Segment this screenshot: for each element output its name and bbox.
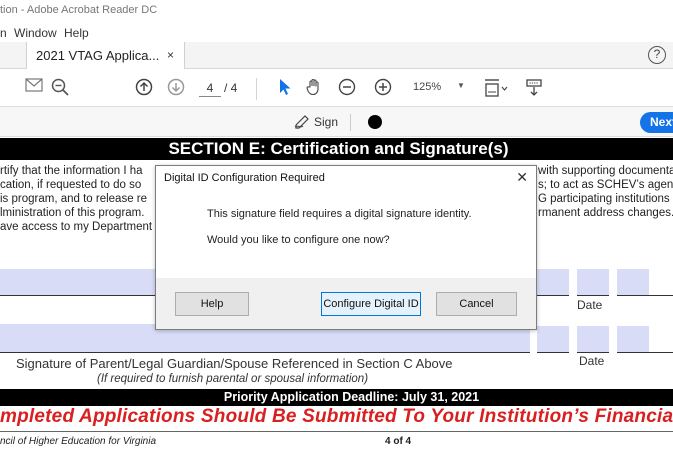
tab-close-icon[interactable]: × <box>167 48 174 62</box>
configure-digital-id-button[interactable]: Configure Digital ID <box>321 292 421 316</box>
text-line: lministration of this program. <box>0 207 145 219</box>
help-button[interactable]: Help <box>175 292 249 316</box>
dialog-message: This signature field requires a digital … <box>207 208 472 220</box>
mail-icon[interactable] <box>24 78 44 98</box>
menu-bar: n Window Help <box>0 24 673 42</box>
parent-signature-label: Signature of Parent/Legal Guardian/Spous… <box>16 356 453 371</box>
zoom-level[interactable]: 125% <box>413 81 441 93</box>
signbar-divider <box>350 114 351 131</box>
date-year-field[interactable] <box>617 326 649 352</box>
dialog-title: Digital ID Configuration Required <box>164 172 325 184</box>
date-label: Date <box>577 298 603 312</box>
tools-icon[interactable] <box>524 78 544 98</box>
date-underline <box>537 295 569 296</box>
text-line: G participating institutions e <box>538 193 673 205</box>
page-display-icon[interactable] <box>482 78 510 98</box>
date-day-field[interactable] <box>577 269 609 295</box>
deadline-banner: Priority Application Deadline: July 31, … <box>0 389 673 406</box>
parent-signature-note: (If required to furnish parental or spou… <box>97 373 369 385</box>
text-line: rmanent address changes. <box>538 207 673 219</box>
toolbar-divider <box>256 78 257 100</box>
footer-page-number: 4 of 4 <box>385 436 412 447</box>
date-label: Date <box>579 354 605 368</box>
ink-color-swatch[interactable] <box>368 115 382 129</box>
certification-text-right: with supporting documenta s; to act as S… <box>538 164 673 220</box>
sign-bar: Sign Next <box>0 107 673 137</box>
page-number-input[interactable]: 4 <box>199 81 221 97</box>
cancel-button[interactable]: Cancel <box>436 292 517 316</box>
dialog-footer: Help Configure Digital ID Cancel <box>156 278 536 329</box>
date-underline <box>577 295 609 296</box>
menu-item-window[interactable]: Window <box>14 26 57 40</box>
close-icon[interactable]: ✕ <box>516 169 528 186</box>
zoom-plus-icon[interactable] <box>373 78 393 98</box>
chevron-down-icon[interactable]: ▼ <box>457 81 465 90</box>
date-day-field[interactable] <box>577 326 609 352</box>
sign-pen-icon[interactable] <box>294 113 312 129</box>
date-month-field[interactable] <box>537 326 569 352</box>
zoom-minus-icon[interactable] <box>337 78 357 98</box>
text-line: is program, and to release re <box>0 193 148 205</box>
page-down-icon[interactable] <box>166 78 186 98</box>
menu-item-file[interactable]: n <box>0 26 7 40</box>
help-icon[interactable]: ? <box>648 46 666 64</box>
submission-banner: mpleted Applications Should Be Submitted… <box>0 406 673 427</box>
date-underline <box>537 352 569 353</box>
page-up-icon[interactable] <box>134 78 154 98</box>
certification-text-left: rtify that the information I ha cation, … <box>0 164 152 234</box>
window-title: tion - Adobe Acrobat Reader DC <box>0 4 158 16</box>
text-line: s; to act as SCHEV’s agent <box>538 179 673 191</box>
text-line: cation, if requested to do so <box>0 179 142 191</box>
tab-bar: 2021 VTAG Applica... × <box>0 42 673 69</box>
title-bar: tion - Adobe Acrobat Reader DC <box>0 0 673 24</box>
acrobat-window: tion - Adobe Acrobat Reader DC n Window … <box>0 0 673 459</box>
date-underline <box>617 295 673 296</box>
sign-label[interactable]: Sign <box>314 115 338 129</box>
zoom-out-magnifier-icon[interactable] <box>50 78 70 98</box>
text-line: rtify that the information I ha <box>0 165 143 177</box>
footer-organization: ncil of Higher Education for Virginia <box>0 436 157 447</box>
signature-underline <box>0 352 530 353</box>
section-title: SECTION E: Certification and Signature(s… <box>0 138 673 160</box>
next-button[interactable]: Next <box>640 112 673 133</box>
page-total: / 4 <box>224 81 238 95</box>
toolbar: 4 / 4 125% ▼ <box>0 69 673 107</box>
menu-item-help[interactable]: Help <box>64 26 89 40</box>
tab-label: 2021 VTAG Applica... <box>36 48 160 63</box>
date-month-field[interactable] <box>537 269 569 295</box>
date-underline <box>577 352 609 353</box>
text-line: ave access to my Department <box>0 221 153 233</box>
footer-divider <box>0 431 673 432</box>
digital-id-dialog: Digital ID Configuration Required ✕ This… <box>155 165 537 330</box>
select-cursor-icon[interactable] <box>275 78 295 98</box>
tab-document[interactable]: 2021 VTAG Applica... × <box>26 42 185 69</box>
text-line: with supporting documenta <box>538 165 673 177</box>
date-year-field[interactable] <box>617 269 649 295</box>
dialog-question: Would you like to configure one now? <box>207 234 390 246</box>
hand-icon[interactable] <box>304 78 324 98</box>
date-underline <box>617 352 673 353</box>
